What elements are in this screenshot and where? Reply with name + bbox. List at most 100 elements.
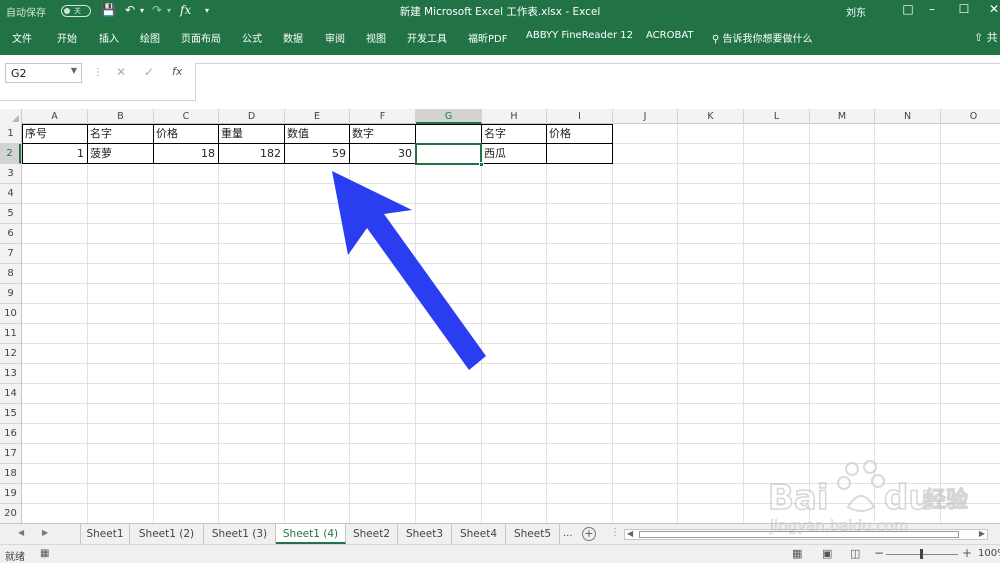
sheet-tab[interactable]: Sheet1 [80,524,130,544]
row-header[interactable]: 2 [0,144,21,164]
row-header[interactable]: 1 [0,124,21,144]
cell-e2[interactable]: 59 [284,144,349,164]
undo-dropdown-icon[interactable]: ▾ [140,6,144,15]
column-header-n[interactable]: N [875,109,941,124]
active-cell-g2[interactable] [415,143,484,167]
column-header-d[interactable]: D [219,109,285,124]
column-header-h[interactable]: H [482,109,547,124]
sheet-tab[interactable]: Sheet4 [452,524,506,544]
tab-file[interactable]: 文件 [12,30,32,45]
row-header[interactable]: 8 [0,264,21,284]
row-header[interactable]: 6 [0,224,21,244]
row-header[interactable]: 11 [0,324,21,344]
tab-home[interactable]: 开始 [57,30,77,45]
tab-developer[interactable]: 开发工具 [407,30,447,45]
share-button[interactable]: ⇧ 共 [974,29,998,45]
zoom-out-icon[interactable]: − [874,546,884,560]
redo-icon[interactable]: ↷ [152,3,162,17]
tab-page-layout[interactable]: 页面布局 [181,30,221,45]
row-header[interactable]: 16 [0,424,21,444]
row-header[interactable]: 7 [0,244,21,264]
column-header-o[interactable]: O [941,109,1000,124]
macro-record-icon[interactable]: ▦ [40,548,49,559]
cancel-entry-icon[interactable]: ✕ [116,65,126,79]
cell-d2[interactable]: 182 [218,144,284,164]
name-box-dropdown-icon[interactable]: ▼ [71,66,77,75]
row-header[interactable]: 12 [0,344,21,364]
column-header-b[interactable]: B [88,109,154,124]
cell-i1[interactable]: 价格 [546,124,612,144]
cell-a2[interactable]: 1 [22,144,87,164]
user-name[interactable]: 刘东 [846,4,866,19]
insert-function-button[interactable]: fx [172,65,182,78]
ribbon-display-icon[interactable]: □ [898,2,918,16]
tab-abbyy[interactable]: ABBYY FineReader 12 [526,30,633,41]
minimize-icon[interactable]: – [922,2,942,16]
redo-dropdown-icon[interactable]: ▾ [167,6,171,15]
undo-icon[interactable]: ↶ [125,3,135,17]
cell-c2[interactable]: 18 [153,144,218,164]
row-header[interactable]: 13 [0,364,21,384]
formula-input[interactable] [195,63,1000,101]
tab-acrobat[interactable]: ACROBAT [646,30,694,41]
tab-split-grip-icon[interactable]: ⋮ [610,527,620,538]
tell-me-search[interactable]: ⚲ 告诉我你想要做什么 [712,30,813,45]
next-sheet-icon[interactable]: ▶ [42,528,48,537]
cell-f1[interactable]: 数字 [349,124,415,144]
column-header-i[interactable]: I [547,109,613,124]
tab-data[interactable]: 数据 [283,30,303,45]
tab-formulas[interactable]: 公式 [242,30,262,45]
zoom-in-icon[interactable]: + [962,546,972,560]
customize-toolbar-icon[interactable]: ▾ [205,6,209,15]
cell-d1[interactable]: 重量 [218,124,284,144]
cell-a1[interactable]: 序号 [22,124,87,144]
page-break-view-icon[interactable]: ◫ [850,547,860,560]
column-header-m[interactable]: M [810,109,875,124]
row-header[interactable]: 17 [0,444,21,464]
row-header[interactable]: 5 [0,204,21,224]
cell-h1[interactable]: 名字 [481,124,546,144]
autosave-toggle[interactable]: 关 [61,5,91,17]
select-all-button[interactable] [0,109,22,124]
save-icon[interactable]: 💾 [101,3,116,17]
insert-function-icon[interactable]: fx [180,3,191,17]
row-header[interactable]: 18 [0,464,21,484]
row-header[interactable]: 10 [0,304,21,324]
row-header[interactable]: 19 [0,484,21,504]
confirm-entry-icon[interactable]: ✓ [144,65,154,79]
cell-e1[interactable]: 数值 [284,124,349,144]
sheet-tab[interactable]: Sheet2 [346,524,398,544]
column-header-j[interactable]: J [613,109,678,124]
cell-b1[interactable]: 名字 [87,124,153,144]
more-sheets-button[interactable]: ... [563,528,573,539]
tab-insert[interactable]: 插入 [99,30,119,45]
name-box[interactable]: G2 ▼ [5,63,82,83]
sheet-tab[interactable]: Sheet1 (3) [204,524,276,544]
scroll-right-icon[interactable]: ▶ [979,529,985,538]
column-header-l[interactable]: L [744,109,810,124]
column-header-e[interactable]: E [285,109,350,124]
row-header[interactable]: 14 [0,384,21,404]
scroll-left-icon[interactable]: ◀ [627,529,633,538]
maximize-icon[interactable]: ☐ [954,2,974,16]
cell-c1[interactable]: 价格 [153,124,218,144]
column-header-a[interactable]: A [22,109,88,124]
zoom-slider-thumb[interactable] [920,549,923,559]
page-layout-view-icon[interactable]: ▣ [822,547,832,560]
row-header[interactable]: 3 [0,164,21,184]
row-header[interactable]: 15 [0,404,21,424]
close-icon[interactable]: ✕ [984,2,1000,16]
sheet-tab[interactable]: Sheet5 [506,524,560,544]
sheet-tab[interactable]: Sheet1 (2) [130,524,204,544]
sheet-tab-active[interactable]: Sheet1 (4) [276,524,346,544]
cell-f2[interactable]: 30 [349,144,415,164]
fill-handle[interactable] [479,162,484,167]
tab-foxit-pdf[interactable]: 福昕PDF [468,30,507,45]
zoom-level[interactable]: 100% [978,548,1000,559]
cell-b2[interactable]: 菠萝 [87,144,153,164]
add-sheet-icon[interactable]: + [582,527,596,541]
column-header-k[interactable]: K [678,109,744,124]
column-header-c[interactable]: C [154,109,219,124]
column-header-f[interactable]: F [350,109,416,124]
tab-draw[interactable]: 绘图 [140,30,160,45]
